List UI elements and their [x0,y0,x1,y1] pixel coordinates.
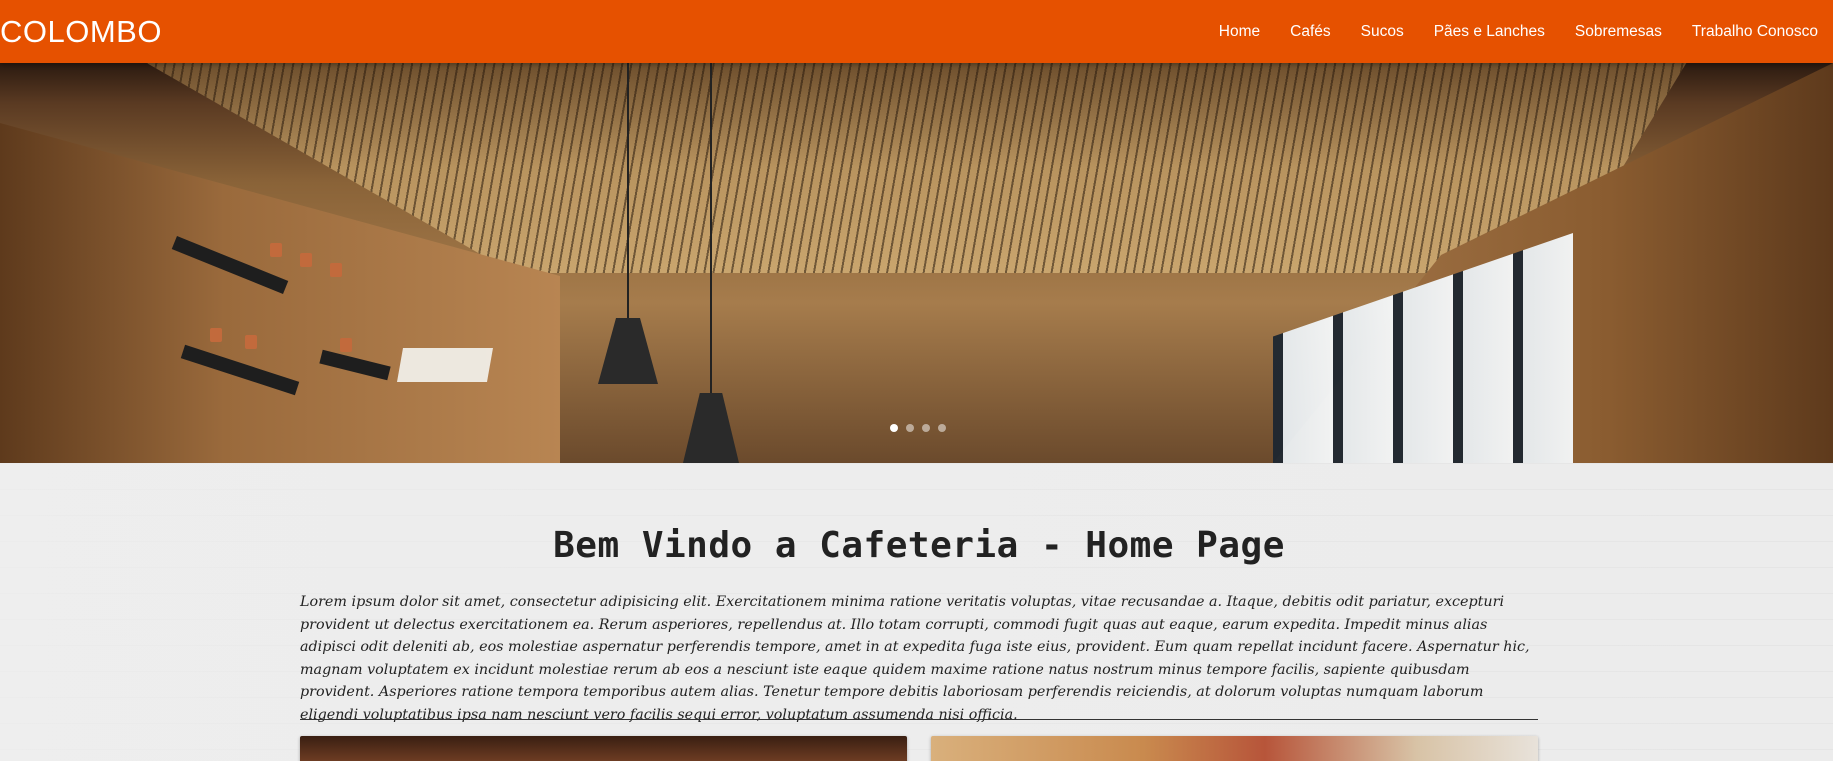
slider-indicators [890,424,946,432]
slide-image-cup [245,335,257,349]
slide-image-pendant-lamp [683,393,739,463]
slide-image-cup [210,328,222,342]
nav-link-paes-e-lanches[interactable]: Pães e Lanches [1419,0,1560,63]
nav-link-home[interactable]: Home [1204,0,1275,63]
slide-image-cup [340,338,352,352]
nav-link-cafes[interactable]: Cafés [1275,0,1346,63]
hero-slider[interactable] [0,63,1833,463]
nav-link-sobremesas[interactable]: Sobremesas [1560,0,1677,63]
slider-dot-2[interactable] [906,424,914,432]
nav-link-trabalho-conosco[interactable]: Trabalho Conosco [1677,0,1833,63]
nav-link-sucos[interactable]: Sucos [1346,0,1419,63]
slide-image-wire [627,63,629,318]
navbar: COLOMBO Home Cafés Sucos Pães e Lanches … [0,0,1833,63]
slider-dot-3[interactable] [922,424,930,432]
slide-image-cup [300,253,312,267]
slider-dot-4[interactable] [938,424,946,432]
slide-image-cup [270,243,282,257]
slide-image-light-panel [397,348,493,382]
main-content: Bem Vindo a Cafeteria - Home Page Lorem … [300,463,1538,761]
slide-image-cup [330,263,342,277]
brand-logo[interactable]: COLOMBO [0,0,162,63]
slide-image-wire [710,63,712,393]
slider-dot-1[interactable] [890,424,898,432]
slide-image-pendant-lamp [598,318,658,384]
page-title: Bem Vindo a Cafeteria - Home Page [553,525,1285,566]
product-card-image[interactable] [300,736,907,761]
nav-links: Home Cafés Sucos Pães e Lanches Sobremes… [1204,0,1833,63]
intro-paragraph: Lorem ipsum dolor sit amet, consectetur … [300,594,1530,723]
product-card-image[interactable] [931,736,1538,761]
section-divider [300,719,1538,720]
